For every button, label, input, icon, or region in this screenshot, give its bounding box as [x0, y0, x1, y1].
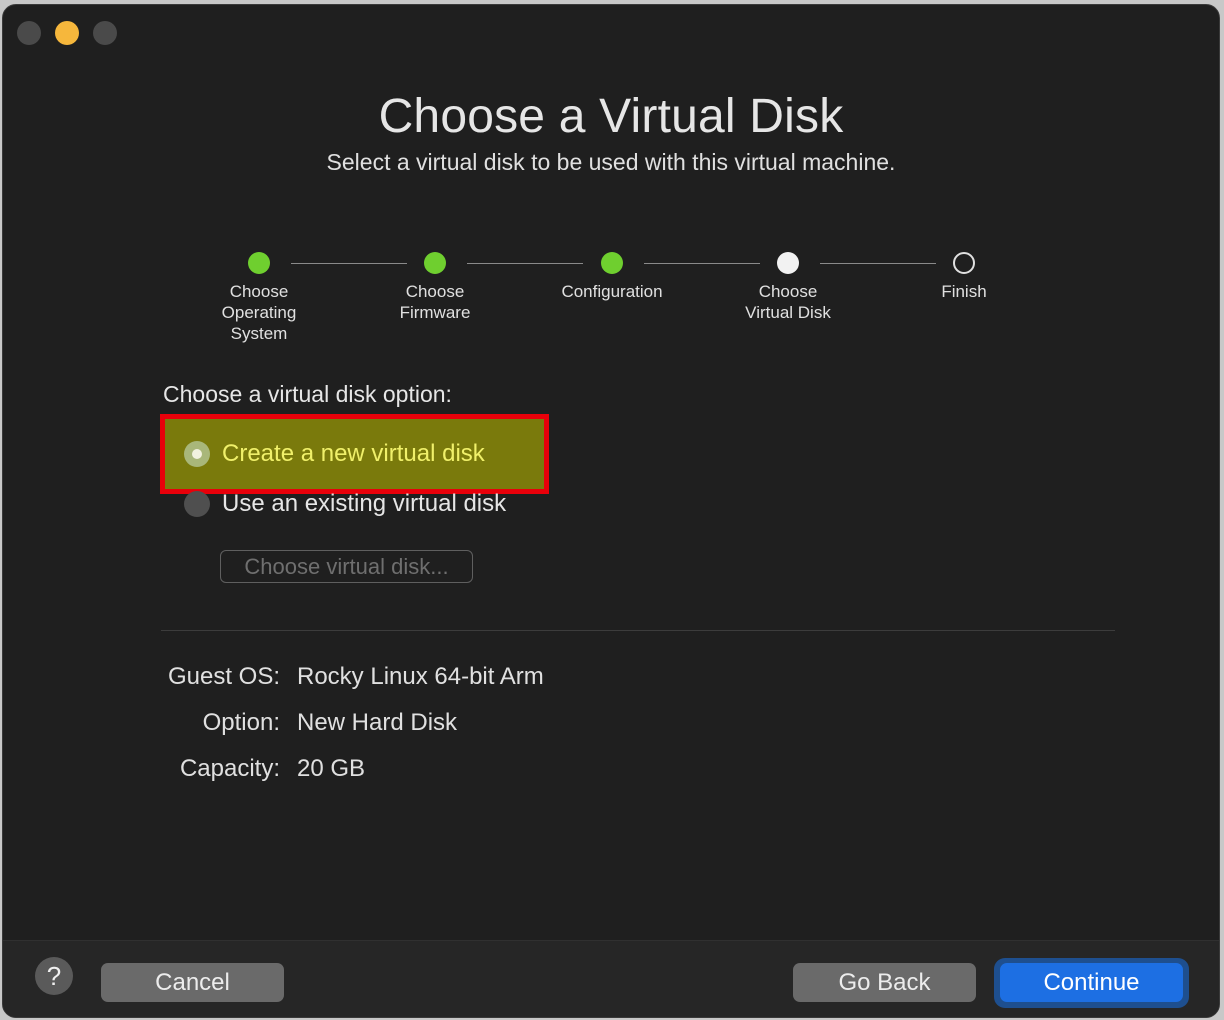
radio-selected-icon[interactable] — [184, 441, 210, 467]
step-label-configuration: Configuration — [561, 282, 663, 301]
choose-virtual-disk-button: Choose virtual disk... — [220, 550, 473, 583]
step-done-icon — [601, 252, 623, 274]
guest-os-value: Rocky Linux 64-bit Arm — [297, 663, 544, 690]
step-connector — [820, 263, 936, 264]
create-new-disk-option[interactable]: Create a new virtual disk — [222, 440, 485, 468]
go-back-button[interactable]: Go Back — [793, 963, 976, 1002]
capacity-value: 20 GB — [297, 755, 366, 782]
step-label-operating-system: Choose Operating System — [221, 282, 297, 343]
disk-option-heading: Choose a virtual disk option: — [163, 381, 452, 407]
page-subtitle: Select a virtual disk to be used with th… — [326, 149, 896, 175]
continue-button[interactable]: Continue — [1000, 963, 1183, 1002]
close-dot-icon[interactable] — [17, 21, 41, 45]
step-done-icon — [424, 252, 446, 274]
radio-unselected-icon[interactable] — [184, 491, 210, 517]
option-label: Option: — [202, 709, 280, 736]
step-current-icon — [777, 252, 799, 274]
capacity-label: Capacity: — [179, 755, 280, 782]
step-connector — [644, 263, 760, 264]
step-label-virtual-disk: Choose Virtual Disk — [745, 282, 831, 322]
step-label-finish: Finish — [941, 282, 987, 301]
step-done-icon — [248, 252, 270, 274]
help-icon[interactable]: ? — [35, 957, 73, 995]
step-label-firmware: Choose Firmware — [399, 282, 471, 322]
section-divider — [161, 630, 1115, 631]
maximize-dot-icon[interactable] — [93, 21, 117, 45]
guest-os-label: Guest OS: — [167, 663, 280, 690]
use-existing-disk-option[interactable]: Use an existing virtual disk — [222, 490, 506, 518]
step-pending-icon — [953, 252, 975, 274]
minimize-dot-icon[interactable] — [55, 21, 79, 45]
step-connector — [291, 263, 407, 264]
option-value: New Hard Disk — [297, 709, 458, 736]
step-connector — [467, 263, 583, 264]
cancel-button[interactable]: Cancel — [101, 963, 284, 1002]
vm-setup-window: Choose a Virtual Disk Select a virtual d… — [2, 4, 1220, 1018]
page-title: Choose a Virtual Disk — [378, 90, 844, 143]
